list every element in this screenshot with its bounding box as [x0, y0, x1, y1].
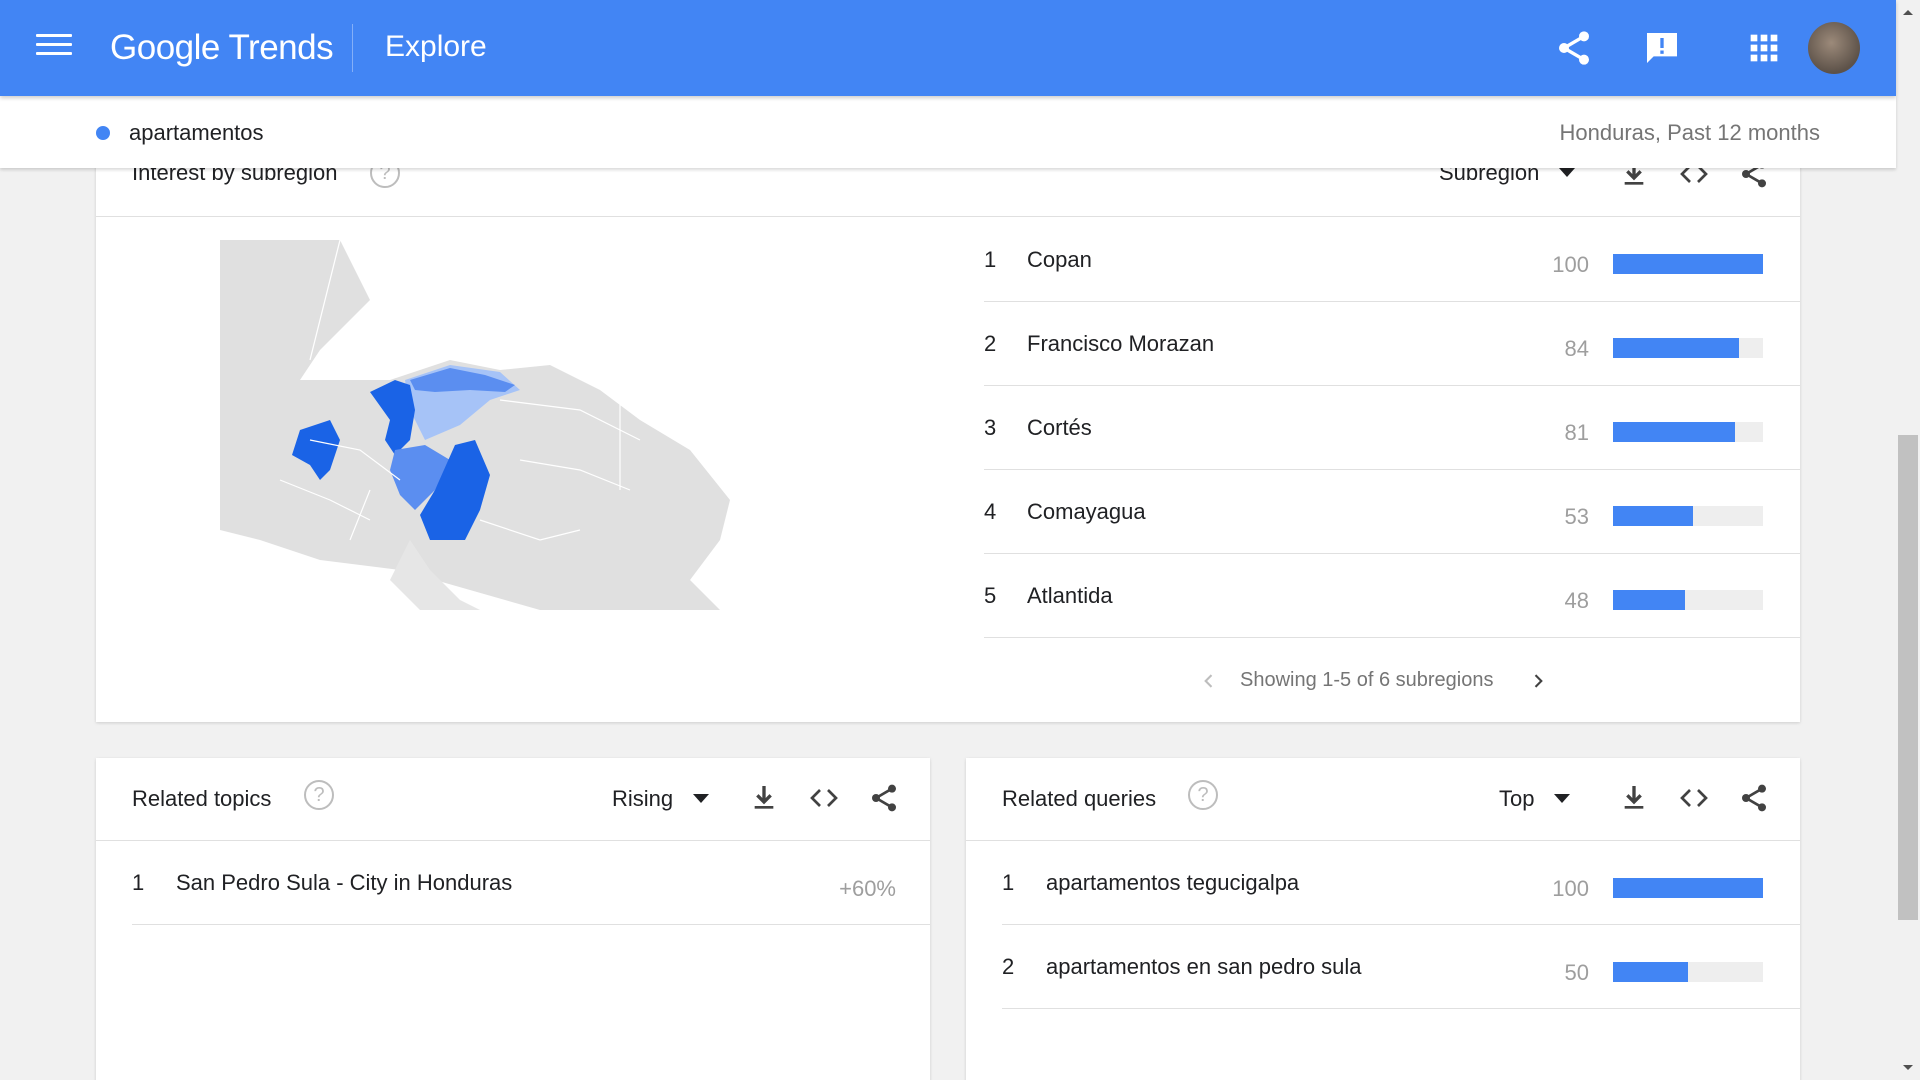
- pagination-label: Showing 1-5 of 6 subregions: [1240, 669, 1494, 691]
- value-bar-fill: [1613, 338, 1739, 358]
- rank: 3: [984, 415, 997, 440]
- divider: [966, 840, 1800, 841]
- menu-icon[interactable]: [36, 34, 72, 62]
- share-icon[interactable]: [868, 782, 900, 814]
- rank: 1: [132, 870, 145, 895]
- chevron-down-icon: [1554, 793, 1571, 803]
- value-bar: [1613, 962, 1763, 982]
- divider: [1002, 924, 1800, 925]
- scrollbar-thumb[interactable]: [1898, 435, 1918, 920]
- rank: 5: [984, 583, 997, 608]
- divider: [984, 553, 1800, 554]
- avatar[interactable]: [1808, 22, 1860, 74]
- subregion-name[interactable]: Comayagua: [1027, 499, 1146, 525]
- share-icon[interactable]: [1554, 28, 1594, 68]
- page-title: Explore: [385, 30, 487, 63]
- scroll-down-icon[interactable]: [1900, 1060, 1916, 1076]
- rank: 2: [984, 331, 997, 356]
- value: 53: [1564, 504, 1589, 529]
- related-queries-dropdown[interactable]: Top: [1499, 786, 1571, 812]
- divider: [984, 385, 1800, 386]
- subregion-name[interactable]: Copan: [1027, 247, 1092, 273]
- value: 81: [1564, 420, 1589, 445]
- subregion-name[interactable]: Francisco Morazan: [1027, 331, 1214, 357]
- honduras-subregion-map[interactable]: [220, 240, 780, 620]
- vertical-scrollbar[interactable]: [1896, 0, 1920, 1080]
- search-scope: Honduras, Past 12 months: [1559, 120, 1820, 145]
- help-icon[interactable]: ?: [304, 780, 334, 810]
- value: 100: [1552, 876, 1589, 901]
- value-bar: [1613, 878, 1763, 898]
- feedback-icon[interactable]: [1642, 28, 1682, 68]
- value-bar-fill: [1613, 962, 1688, 982]
- value-bar: [1613, 506, 1763, 526]
- divider: [984, 301, 1800, 302]
- divider: [984, 637, 1800, 638]
- scroll-up-icon[interactable]: [1900, 4, 1916, 20]
- google-trends-logo[interactable]: Google Trends: [110, 28, 334, 68]
- download-icon[interactable]: [748, 782, 780, 814]
- rank: 2: [1002, 954, 1015, 979]
- value-bar: [1613, 422, 1763, 442]
- help-icon[interactable]: ?: [1188, 780, 1218, 810]
- divider: [984, 469, 1800, 470]
- topic-name[interactable]: San Pedro Sula - City in Honduras: [176, 870, 512, 896]
- rank: 1: [1002, 870, 1015, 895]
- value-bar-fill: [1613, 878, 1763, 898]
- value-bar: [1613, 338, 1763, 358]
- value-bar-fill: [1613, 506, 1693, 526]
- value-bar-fill: [1613, 590, 1685, 610]
- subregion-name[interactable]: Cortés: [1027, 415, 1092, 441]
- value: 50: [1564, 960, 1589, 985]
- chevron-left-icon[interactable]: [1199, 671, 1219, 691]
- value: 84: [1564, 336, 1589, 361]
- apps-icon[interactable]: [1744, 28, 1784, 68]
- query-name[interactable]: apartamentos tegucigalpa: [1046, 870, 1299, 896]
- divider: [1002, 1008, 1800, 1009]
- top-app-bar: Google Trends Explore: [0, 0, 1896, 96]
- dropdown-label: Rising: [612, 786, 674, 811]
- header-divider: [352, 24, 353, 72]
- value-bar-fill: [1613, 422, 1735, 442]
- divider: [96, 840, 930, 841]
- search-term[interactable]: apartamentos: [129, 120, 264, 146]
- dropdown-label: Top: [1499, 786, 1535, 811]
- download-icon[interactable]: [1618, 782, 1650, 814]
- rank: 4: [984, 499, 997, 524]
- embed-icon[interactable]: [1678, 782, 1710, 814]
- value-bar: [1613, 590, 1763, 610]
- rank: 1: [984, 247, 997, 272]
- card-title: Related queries: [1002, 786, 1157, 811]
- value-bar-fill: [1613, 254, 1763, 274]
- related-queries-card: Related queries ? Top 1 apartamentos teg…: [966, 758, 1800, 1080]
- subregion-name[interactable]: Atlantida: [1027, 583, 1113, 609]
- embed-icon[interactable]: [808, 782, 840, 814]
- value: 100: [1552, 252, 1589, 277]
- divider: [96, 216, 1800, 217]
- related-topics-dropdown[interactable]: Rising: [612, 786, 710, 812]
- card-title: Related topics: [132, 786, 272, 811]
- query-name[interactable]: apartamentos en san pedro sula: [1046, 954, 1362, 980]
- chevron-down-icon: [693, 793, 710, 803]
- term-color-dot: [96, 126, 110, 140]
- value: 48: [1564, 588, 1589, 613]
- share-icon[interactable]: [1738, 782, 1770, 814]
- value-bar: [1613, 254, 1763, 274]
- related-topics-card: Related topics ? Rising 1 San Pedro Sula…: [96, 758, 930, 1080]
- divider: [132, 924, 930, 925]
- chevron-down-icon: [1559, 167, 1576, 177]
- chevron-right-icon[interactable]: [1528, 671, 1548, 691]
- rising-value: +60%: [839, 876, 896, 901]
